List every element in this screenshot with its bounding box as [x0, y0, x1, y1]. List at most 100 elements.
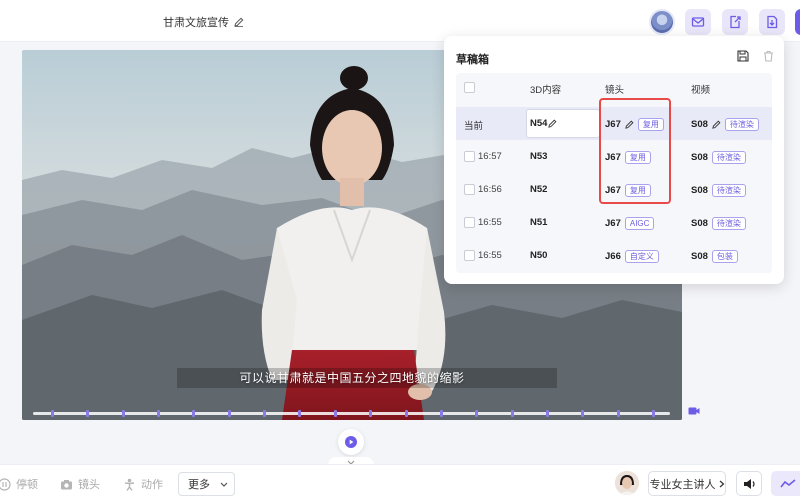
play-button[interactable] [338, 429, 364, 455]
row-video-code: S08 [691, 251, 708, 262]
row-video-code: S08 [691, 185, 708, 196]
presenter-select-button[interactable]: 专业女主讲人 [648, 471, 726, 496]
row-shot-code: J66 [605, 251, 621, 262]
timeline-marker[interactable] [369, 410, 372, 417]
chevron-right-icon [719, 480, 724, 487]
row-time: 16:56 [478, 184, 502, 195]
camera-tool[interactable]: 镜头 [60, 472, 100, 496]
row-video-code: S08 [691, 119, 708, 130]
save-icon[interactable] [737, 50, 749, 62]
timeline-marker[interactable] [546, 410, 549, 417]
row-content-3d: N52 [530, 184, 548, 195]
timeline-marker[interactable] [122, 410, 125, 417]
timeline-marker[interactable] [581, 410, 584, 417]
row-video-tag[interactable]: 待渲染 [711, 184, 746, 197]
trash-icon[interactable] [763, 50, 774, 62]
speaker-icon [743, 478, 755, 489]
row-video: S08 待渲染 [691, 151, 746, 164]
pause-icon [0, 477, 11, 491]
row-video: S08 待渲染 [691, 118, 759, 131]
trend-line-icon [780, 478, 796, 487]
more-dropdown[interactable]: 更多 [178, 472, 235, 496]
video-camera-icon[interactable] [688, 406, 700, 416]
content-3d-input[interactable]: N54 [526, 109, 600, 138]
timeline-marker[interactable] [405, 410, 408, 417]
mail-button[interactable] [685, 9, 711, 35]
person-action-icon [124, 478, 135, 491]
timeline-marker[interactable] [298, 410, 301, 417]
timeline-marker[interactable] [192, 410, 195, 417]
download-button[interactable] [759, 9, 785, 35]
timeline-marker[interactable] [475, 410, 478, 417]
project-title[interactable]: 甘肃文旅宣传 [163, 14, 244, 30]
timeline-marker[interactable] [440, 410, 443, 417]
pause-label: 停顿 [16, 479, 38, 491]
row-checkbox[interactable] [464, 184, 475, 195]
row-shot: J67 AIGC [605, 217, 655, 230]
camera-icon [61, 479, 72, 489]
timeline-track[interactable] [33, 410, 670, 417]
download-icon [767, 15, 778, 29]
table-row[interactable]: 16:55 N50 J66 自定义 S08 包装 [456, 239, 772, 272]
presenter-label: 专业女主讲人 [649, 478, 716, 491]
row-content-3d: N53 [530, 151, 548, 162]
annotation-highlight-box [599, 98, 671, 204]
volume-button[interactable] [736, 471, 762, 496]
row-video: S08 待渲染 [691, 217, 746, 230]
more-label: 更多 [188, 479, 210, 491]
column-header-video: 视频 [691, 85, 711, 96]
export-button[interactable] [722, 9, 748, 35]
select-all-checkbox[interactable] [464, 82, 475, 93]
column-header-3d: 3D内容 [530, 85, 562, 96]
row-video-tag[interactable]: 待渲染 [711, 217, 746, 230]
presenter-avatar[interactable] [615, 471, 639, 495]
timeline-marker[interactable] [157, 410, 160, 417]
row-video-tag[interactable]: 待渲染 [724, 118, 759, 131]
timeline-marker[interactable] [511, 410, 514, 417]
edit-title-icon[interactable] [234, 17, 244, 27]
publish-button[interactable] [795, 9, 800, 35]
row-time: 16:57 [478, 151, 502, 162]
table-row[interactable]: 16:55 N51 J67 AIGC S08 待渲染 [456, 206, 772, 239]
presenter-portrait [615, 471, 639, 495]
edit-icon[interactable] [712, 120, 721, 129]
trend-button[interactable] [771, 471, 800, 496]
bottom-toolbar: 停顿 镜头 动作 更多 专业女主讲人 [0, 464, 800, 501]
row-shot-tag[interactable]: AIGC [624, 217, 655, 230]
row-time: 当前 [464, 121, 484, 132]
row-content-3d: N54 [530, 118, 548, 129]
pause-tool[interactable]: 停顿 [0, 472, 38, 496]
timeline-marker[interactable] [617, 410, 620, 417]
row-checkbox[interactable] [464, 250, 475, 261]
action-tool[interactable]: 动作 [123, 472, 163, 496]
row-shot-tag[interactable]: 自定义 [624, 250, 659, 263]
row-video-code: S08 [691, 152, 708, 163]
export-icon [730, 15, 741, 29]
row-video: S08 包装 [691, 250, 738, 263]
subtitle-text: 可以说甘肃就是中国五分之四地貌的缩影 [239, 371, 465, 385]
row-content-3d: N51 [530, 217, 548, 228]
drafts-title: 草稿箱 [456, 54, 489, 66]
row-checkbox[interactable] [464, 217, 475, 228]
row-video-code: S08 [691, 218, 708, 229]
project-title-text: 甘肃文旅宣传 [163, 17, 229, 29]
row-video-tag[interactable]: 待渲染 [711, 151, 746, 164]
edit-icon[interactable] [548, 119, 557, 128]
timeline-marker[interactable] [263, 410, 266, 417]
play-icon [345, 436, 357, 448]
user-avatar[interactable] [649, 9, 675, 35]
timeline-marker[interactable] [86, 410, 89, 417]
timeline-marker[interactable] [228, 410, 231, 417]
row-checkbox[interactable] [464, 151, 475, 162]
timeline-marker[interactable] [51, 410, 54, 417]
row-shot-code: J67 [605, 218, 621, 229]
row-video: S08 待渲染 [691, 184, 746, 197]
mail-icon [691, 17, 705, 27]
timeline-marker[interactable] [334, 410, 337, 417]
row-time: 16:55 [478, 217, 502, 228]
row-video-tag[interactable]: 包装 [711, 250, 738, 263]
row-content-3d: N50 [530, 250, 548, 261]
timeline-marker[interactable] [652, 410, 655, 417]
column-header-shot: 镜头 [605, 85, 625, 96]
row-shot: J66 自定义 [605, 250, 659, 263]
